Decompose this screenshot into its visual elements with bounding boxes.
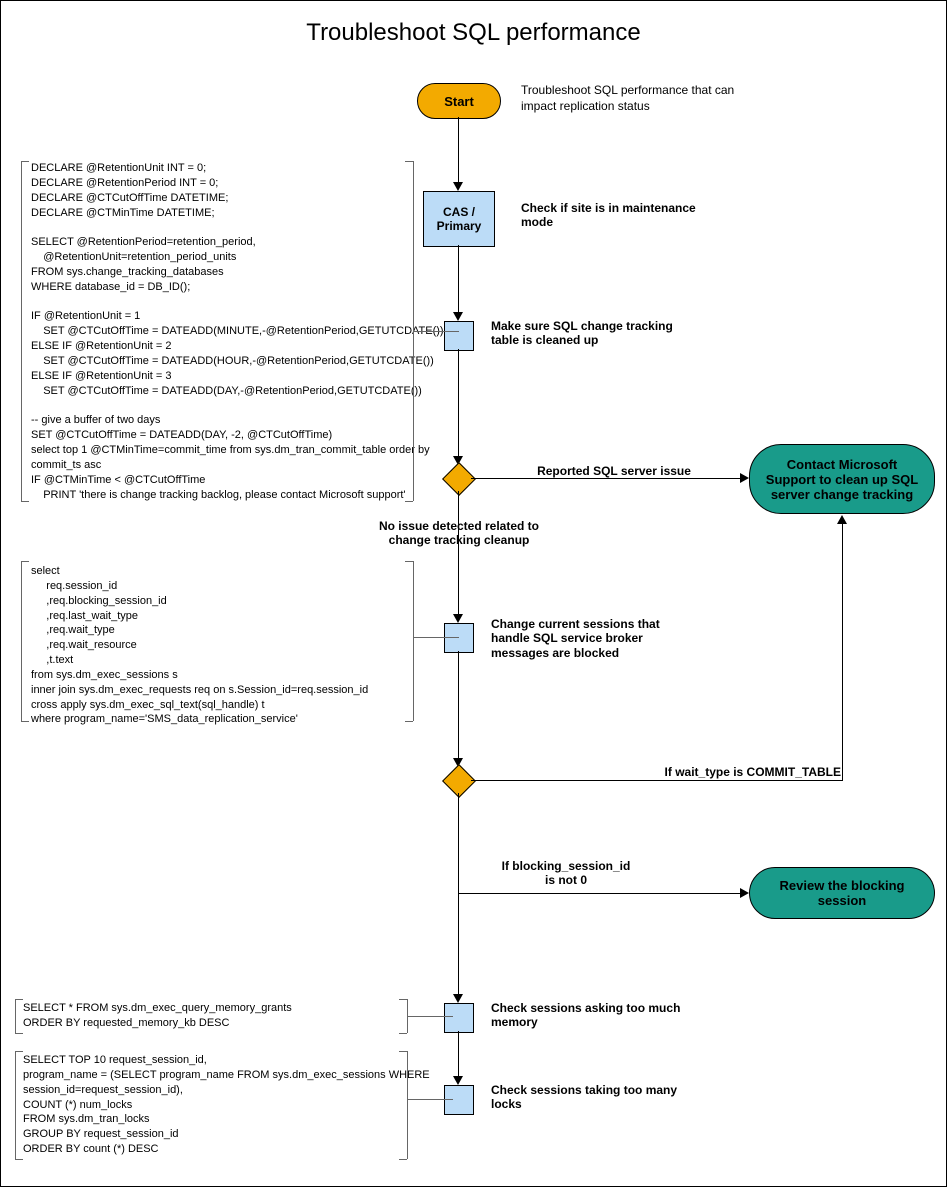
- edge: [458, 651, 459, 759]
- edge: [842, 523, 843, 781]
- edge: [458, 893, 741, 894]
- sessions-blocked-note: Change current sessions that handle SQL …: [491, 617, 691, 660]
- edge: [458, 491, 459, 615]
- arrowhead-icon: [453, 614, 463, 623]
- arrowhead-icon: [453, 1076, 463, 1085]
- start-label: Start: [444, 94, 474, 109]
- diagram-title: Troubleshoot SQL performance: [1, 19, 946, 47]
- d1-down-label: No issue detected related to change trac…: [364, 519, 554, 548]
- d2-down-label: If blocking_session_id is not 0: [481, 859, 651, 888]
- bracket-4: [15, 1051, 415, 1159]
- arrowhead-icon: [837, 515, 847, 524]
- edge: [458, 893, 459, 995]
- change-tracking-node: [444, 321, 474, 351]
- edge: [458, 117, 459, 183]
- bracket-3: [15, 999, 415, 1033]
- check-memory-note: Check sessions asking too much memory: [491, 1001, 691, 1030]
- start-note: Troubleshoot SQL performance that can im…: [521, 83, 741, 114]
- arrowhead-icon: [453, 182, 463, 191]
- decision-2: [442, 764, 476, 798]
- edge: [458, 1031, 459, 1077]
- change-tracking-note: Make sure SQL change tracking table is c…: [491, 319, 681, 348]
- check-memory-node: [444, 1003, 474, 1033]
- edge: [471, 780, 842, 781]
- diagram-frame: Troubleshoot SQL performance Start Troub…: [0, 0, 947, 1187]
- arrowhead-icon: [740, 473, 749, 483]
- decision-1: [442, 462, 476, 496]
- bracket-1: [21, 161, 421, 501]
- edge: [458, 349, 459, 457]
- check-locks-note: Check sessions taking too many locks: [491, 1083, 691, 1112]
- sessions-blocked-node: [444, 623, 474, 653]
- contact-support-node: Contact Microsoft Support to clean up SQ…: [749, 444, 935, 514]
- review-blocking-node: Review the blocking session: [749, 867, 935, 919]
- edge: [458, 793, 459, 893]
- start-node: Start: [417, 83, 501, 119]
- d1-right-label: Reported SQL server issue: [519, 464, 709, 478]
- d2-right-label: If wait_type is COMMIT_TABLE: [611, 765, 841, 779]
- arrowhead-icon: [453, 994, 463, 1003]
- check-locks-node: [444, 1085, 474, 1115]
- arrowhead-icon: [453, 312, 463, 321]
- bracket-2: [21, 561, 421, 721]
- cas-primary-note: Check if site is in maintenance mode: [521, 201, 701, 230]
- edge: [458, 245, 459, 313]
- arrowhead-icon: [740, 888, 749, 898]
